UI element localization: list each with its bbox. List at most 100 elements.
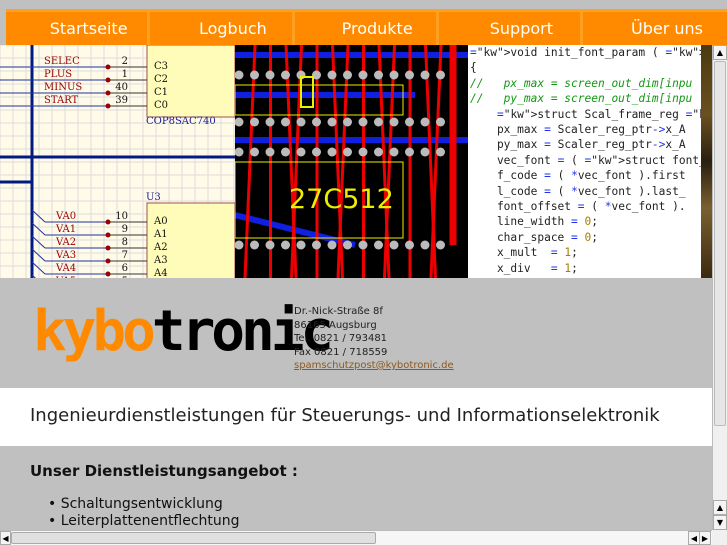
signal-label: START — [44, 95, 79, 106]
nav-ueber-uns[interactable]: Über uns — [583, 12, 727, 45]
pin-number: 10 — [115, 211, 128, 222]
header: kybotronic Dr.-Nick-Straße 8f 86165 Augs… — [0, 278, 712, 388]
port-label: A1 — [153, 229, 168, 240]
pcb-pad — [265, 70, 275, 80]
vertical-scrollbar[interactable]: ▲ ▲ ▼ — [712, 45, 727, 530]
pcb-pad — [420, 147, 430, 157]
code-line: x_mult = 1; — [470, 246, 578, 260]
pcb-pad — [312, 240, 321, 250]
banner-image: SELEC 2 C3 PLUS 1 C2 MINUS 40 C1 START 39 C0 COP8SAC… — [0, 45, 712, 278]
junction — [105, 64, 111, 70]
port-label: A2 — [153, 242, 168, 253]
pcb-pad — [235, 117, 244, 127]
nav-support[interactable]: Support — [439, 12, 583, 45]
code-line: font_offset = ( *vec_font ). — [470, 200, 686, 214]
scroll-left-icon[interactable]: ◀ — [0, 531, 11, 545]
scrollbar-corner — [712, 530, 727, 545]
services-heading: Unser Dienstleistungsangebot : — [30, 462, 298, 480]
port-label: A0 — [153, 216, 168, 227]
signal-label: VA0 — [55, 211, 76, 222]
chip-name: COP8SAC740 — [146, 116, 216, 127]
pcb-pad — [358, 240, 368, 250]
pcb-pad — [265, 117, 275, 127]
junction — [105, 271, 111, 277]
code-line: ="kw">void init_font_param ( ="kw">void … — [470, 46, 701, 59]
pin-number: 1 — [122, 69, 128, 80]
junction — [105, 77, 111, 83]
junction — [105, 258, 111, 264]
code-snippet: ="kw">void init_font_param ( ="kw">void … — [468, 45, 701, 278]
pcb-pad — [281, 147, 290, 157]
pcb-pad — [436, 147, 445, 157]
pcb-pad — [358, 147, 368, 157]
pcb-pad — [374, 117, 383, 127]
pcb-pad — [420, 117, 430, 127]
pin-number: 40 — [115, 82, 128, 93]
scroll-down-icon[interactable]: ▼ — [713, 515, 727, 530]
main-navigation: Startseite Logbuch Produkte Support Über… — [6, 9, 727, 45]
port-label: C2 — [154, 74, 168, 85]
nav-produkte[interactable]: Produkte — [295, 12, 439, 45]
pcb-pad — [405, 240, 414, 250]
scroll-up-icon[interactable]: ▲ — [713, 45, 727, 60]
nav-startseite[interactable]: Startseite — [6, 12, 151, 45]
pin-number: 6 — [122, 263, 128, 274]
company-logo[interactable]: kybotronic — [33, 302, 334, 362]
scroll-up-icon[interactable]: ▲ — [713, 500, 727, 515]
horizontal-scroll-thumb[interactable] — [11, 532, 376, 544]
pcb-pad — [250, 70, 259, 80]
vertical-scroll-thumb[interactable] — [714, 61, 726, 426]
signal-label: SELEC — [44, 56, 80, 67]
pcb-pad — [235, 240, 244, 250]
pin-number: 39 — [115, 95, 128, 106]
junction — [105, 232, 111, 238]
pcb-pad — [374, 240, 383, 250]
pcb-pad — [343, 117, 352, 127]
pcb-pad — [327, 70, 337, 80]
pcb-pad — [343, 147, 352, 157]
address-phone: Tel. 0821 / 793481 — [294, 333, 388, 344]
pcb-pad — [250, 147, 259, 157]
pcb-pad — [312, 147, 321, 157]
nav-logbuch[interactable]: Logbuch — [150, 12, 295, 45]
content: Unser Dienstleistungsangebot : Schaltung… — [0, 446, 712, 530]
pcb-pad — [250, 117, 259, 127]
junction — [105, 103, 111, 109]
pcb-pad — [436, 117, 445, 127]
signal-label: VA1 — [55, 224, 76, 235]
pcb-pad — [296, 117, 306, 127]
chip-body — [146, 202, 235, 278]
signal-label: VA3 — [55, 250, 76, 261]
pcb-pad — [281, 70, 290, 80]
contact-address: Dr.-Nick-Straße 8f 86165 Augsburg Tel. 0… — [294, 305, 454, 373]
horizontal-scrollbar[interactable]: ◀ ◀ ▶ — [0, 530, 712, 545]
junction — [105, 90, 111, 96]
schematic-image: SELEC 2 C3 PLUS 1 C2 MINUS 40 C1 START 39 C0 COP8SAC… — [0, 45, 235, 278]
junction — [105, 245, 111, 251]
scroll-right-icon[interactable]: ▶ — [699, 531, 711, 545]
email-link[interactable]: spamschutzpost@kybotronic.de — [294, 360, 454, 371]
pcb-pad — [420, 240, 430, 250]
pcb-pad — [389, 240, 399, 250]
pcb-pad — [296, 147, 306, 157]
code-line: x_div = 1; — [470, 261, 578, 275]
code-line: vec_font = ( ="kw">struct font_hea — [470, 153, 701, 167]
pcb-pad — [436, 240, 445, 250]
signal-label: VA4 — [55, 263, 76, 274]
pcb-layout-image: 27C512 — [235, 45, 468, 278]
pin-number: 8 — [122, 237, 128, 248]
pcb-pad — [327, 240, 337, 250]
signal-label: PLUS — [44, 69, 72, 80]
pcb-pad — [436, 70, 445, 80]
pcb-pad — [296, 240, 306, 250]
port-label: C1 — [154, 87, 168, 98]
port-label: C3 — [154, 61, 168, 72]
chip-label: 27C512 — [289, 184, 394, 215]
code-line: { — [470, 61, 477, 75]
pcb-pad — [250, 240, 259, 250]
decorative-strip — [701, 45, 712, 278]
address-city: 86165 Augsburg — [294, 319, 377, 331]
code-line: f_code = ( *vec_font ).first — [470, 169, 686, 183]
port-label: A3 — [153, 255, 168, 266]
code-line: px_max = Scaler_reg_ptr->x_A — [470, 123, 686, 137]
